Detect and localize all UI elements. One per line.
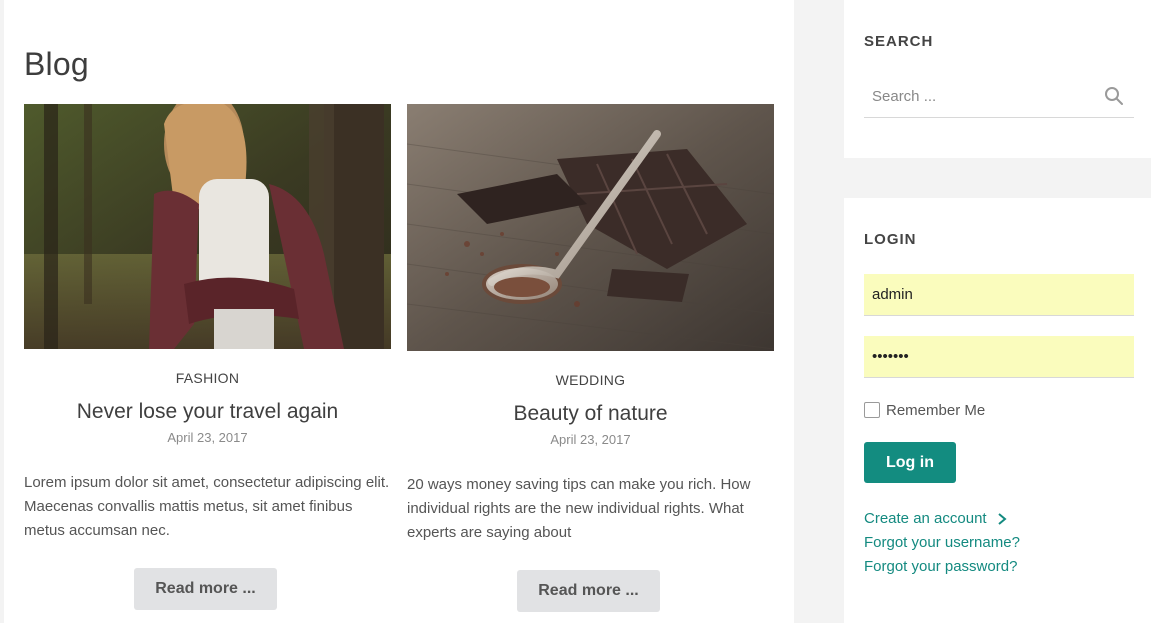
post-category[interactable]: FASHION bbox=[24, 370, 391, 386]
post-category[interactable]: WEDDING bbox=[407, 372, 774, 388]
post-excerpt: Lorem ipsum dolor sit amet, consectetur … bbox=[24, 474, 390, 539]
login-widget-title: LOGIN bbox=[864, 231, 917, 248]
search-icon[interactable] bbox=[1104, 86, 1124, 106]
woman-in-forest-photo bbox=[24, 104, 391, 349]
login-widget: LOGIN Remember Me Log in Create an accou… bbox=[844, 198, 1151, 623]
main-content: Blog FASHION Never lose your travel agai… bbox=[4, 0, 794, 623]
page-title: Blog bbox=[24, 46, 89, 82]
read-more-button[interactable]: Read more ... bbox=[134, 568, 277, 610]
forgot-password-link[interactable]: Forgot your password? bbox=[864, 558, 1017, 575]
post-title[interactable]: Never lose your travel again bbox=[24, 400, 391, 424]
remember-me-label[interactable]: Remember Me bbox=[886, 402, 985, 419]
blog-post: WEDDING Beauty of nature April 23, 2017 … bbox=[407, 104, 774, 616]
post-image-fashion[interactable] bbox=[24, 104, 391, 349]
remember-me[interactable]: Remember Me bbox=[864, 401, 985, 419]
blog-post: FASHION Never lose your travel again Apr… bbox=[24, 104, 391, 614]
search-box bbox=[864, 75, 1134, 118]
post-title[interactable]: Beauty of nature bbox=[407, 402, 774, 426]
remember-me-checkbox[interactable] bbox=[864, 402, 880, 418]
username-field[interactable] bbox=[864, 274, 1134, 316]
create-account-link[interactable]: Create an account bbox=[864, 510, 1007, 527]
search-widget-title: SEARCH bbox=[864, 33, 934, 50]
post-excerpt: 20 ways money saving tips can make you r… bbox=[407, 476, 751, 541]
chevron-right-icon bbox=[997, 512, 1007, 525]
forgot-username-link[interactable]: Forgot your username? bbox=[864, 534, 1020, 551]
search-input[interactable] bbox=[864, 75, 1110, 117]
read-more-button[interactable]: Read more ... bbox=[517, 570, 660, 612]
create-account-label[interactable]: Create an account bbox=[864, 510, 987, 527]
chocolate-spoon-photo bbox=[407, 104, 774, 351]
post-image-wedding[interactable] bbox=[407, 104, 774, 351]
post-date: April 23, 2017 bbox=[550, 432, 631, 447]
post-date: April 23, 2017 bbox=[167, 430, 248, 445]
login-button[interactable]: Log in bbox=[864, 442, 956, 483]
search-widget: SEARCH bbox=[844, 0, 1151, 158]
password-field[interactable] bbox=[864, 336, 1134, 378]
